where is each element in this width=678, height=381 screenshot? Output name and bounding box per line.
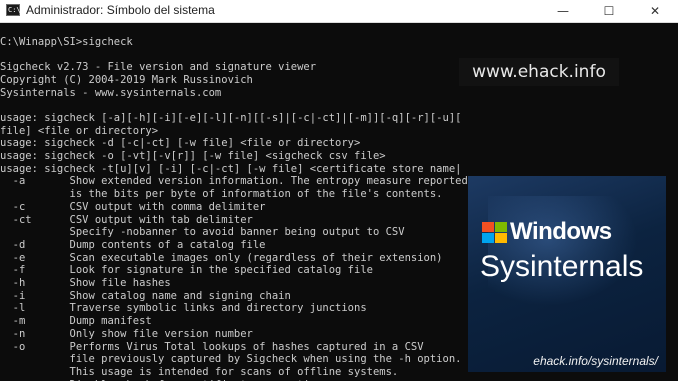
console-line: file] <file or directory> <box>0 124 159 137</box>
console-line: usage: sigcheck [-a][-h][-i][-e][-l][-n]… <box>0 111 462 124</box>
title-bar: C:\ Administrador: Símbolo del sistema —… <box>0 0 678 23</box>
console-line: Specify -nobanner to avoid banner being … <box>0 226 405 239</box>
app-icon-text: C:\ <box>8 6 21 14</box>
console-line: -d Dump contents of a catalog file <box>0 238 266 251</box>
watermark: www.ehack.info <box>459 58 619 86</box>
console-line: Sigcheck v2.73 - File version and signat… <box>0 61 317 74</box>
console-line: -a Show extended version information. Th… <box>0 175 468 188</box>
console-line: This usage is intended for scans of offl… <box>0 365 399 378</box>
console-line: -c CSV output with comma delimiter <box>0 200 266 213</box>
banner-sysinternals-text: Sysinternals <box>480 250 644 283</box>
console-line: Sysinternals - www.sysinternals.com <box>0 86 222 99</box>
console-line: is the bits per byte of information of t… <box>0 188 443 201</box>
console-line: -f Look for signature in the specified c… <box>0 264 373 277</box>
console-line: -l Traverse symbolic links and directory… <box>0 302 367 315</box>
console-line: usage: sigcheck -d [-c|-ct] [-w file] <f… <box>0 137 361 150</box>
maximize-button[interactable]: ☐ <box>586 0 632 22</box>
banner-windows-text: Windows <box>510 218 612 245</box>
console-line: C:\Winapp\SI>sigcheck <box>0 35 133 48</box>
console-line: usage: sigcheck -o [-vt][-v[r]] [-w file… <box>0 150 386 162</box>
minimize-button[interactable]: — <box>540 0 586 22</box>
banner-link[interactable]: ehack.info/sysinternals/ <box>468 354 658 368</box>
console-line: -ct CSV output with tab delimiter <box>0 213 253 226</box>
close-button[interactable]: ✕ <box>632 0 678 22</box>
console-line: usage: sigcheck -t[u][v] [-i] [-c|-ct] [… <box>0 162 462 175</box>
window-title: Administrador: Símbolo del sistema <box>26 3 215 17</box>
console-line: -m Dump manifest <box>0 315 152 328</box>
command-prompt-icon[interactable]: C:\ <box>6 4 21 16</box>
console-line: -i Show catalog name and signing chain <box>0 289 291 302</box>
windows-logo-icon <box>482 222 508 244</box>
console-line: -h Show file hashes <box>0 277 171 289</box>
sysinternals-banner: Windows Sysinternals ehack.info/sysinter… <box>468 176 666 372</box>
console-line: Copyright (C) 2004-2019 Mark Russinovich <box>0 73 253 86</box>
console-line: -n Only show file version number <box>0 327 253 340</box>
console-line: file previously captured by Sigcheck whe… <box>0 353 462 366</box>
console-line: -o Performs Virus Total lookups of hashe… <box>0 340 424 353</box>
console-line: -e Scan executable images only (regardle… <box>0 251 443 264</box>
